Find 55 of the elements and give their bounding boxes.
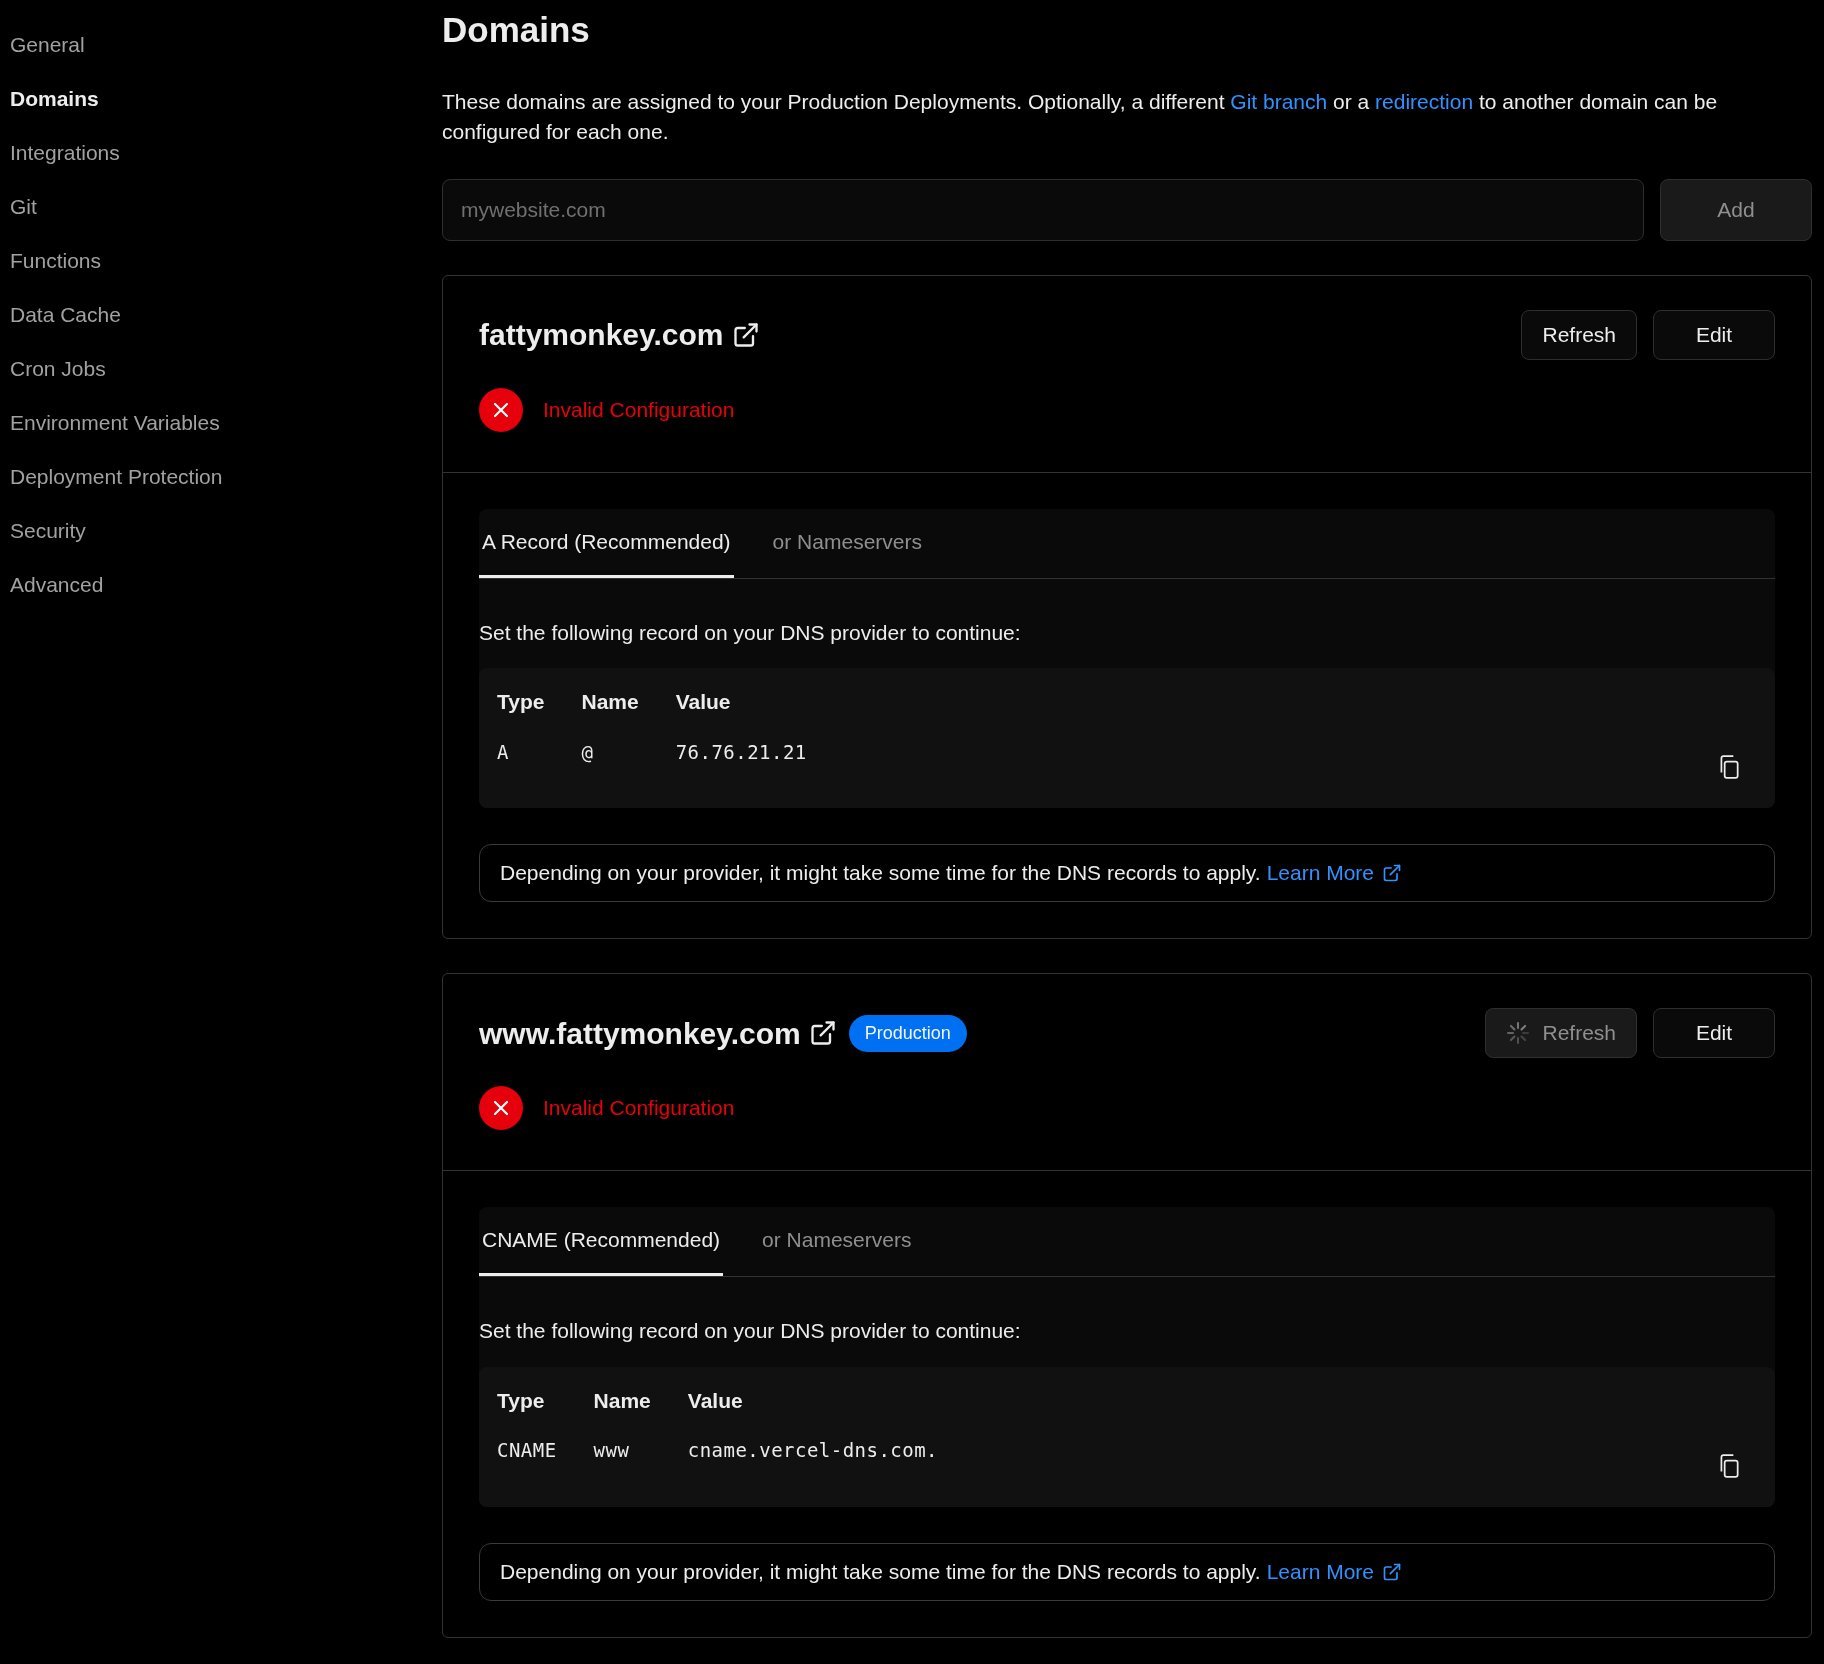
column-header: Type — [497, 689, 546, 715]
column-header: Value — [687, 1387, 744, 1414]
record-tab[interactable]: or Nameservers — [769, 508, 925, 578]
description-link[interactable]: Git branch — [1230, 89, 1328, 113]
external-link-icon — [808, 1019, 837, 1047]
refresh-button[interactable]: Refresh — [1521, 309, 1637, 360]
sidebar-item[interactable]: Domains — [10, 72, 442, 126]
domain-name: fattymonkey.com — [479, 317, 724, 353]
external-link-icon — [1382, 1561, 1403, 1582]
external-link-icon — [731, 320, 760, 349]
error-x-icon — [479, 387, 523, 432]
table-cell: A — [497, 737, 582, 766]
column-header: Value — [675, 689, 732, 715]
description-link[interactable]: redirection — [1375, 89, 1474, 113]
sidebar-item[interactable]: General — [10, 18, 442, 72]
spinner-icon — [1506, 1021, 1531, 1045]
edit-button[interactable]: Edit — [1653, 1008, 1775, 1058]
record-tab[interactable]: CNAME (Recommended) — [479, 1207, 724, 1276]
error-x-icon — [479, 1086, 523, 1130]
refresh-button[interactable]: Refresh — [1485, 1008, 1637, 1058]
instruction-text: Set the following record on your DNS provider to continue: — [479, 1318, 1022, 1344]
sidebar-item[interactable]: Functions — [10, 234, 442, 288]
sidebar-item[interactable]: Cron Jobs — [10, 342, 442, 396]
table-cell-text: 76.76.21.21 — [675, 739, 808, 765]
production-badge: Production — [848, 1014, 967, 1052]
instruction-text: Set the following record on your DNS provider to continue: — [479, 619, 1022, 646]
external-link-icon — [1382, 863, 1403, 883]
note-text: Depending on your provider, it might take some time for the DNS records to apply. — [500, 1558, 1261, 1585]
sidebar-item[interactable]: Git — [10, 180, 442, 234]
status-text: Invalid Configuration — [543, 396, 735, 423]
learn-more-link[interactable]: Learn More — [1266, 857, 1403, 889]
sidebar-item[interactable]: Environment Variables — [10, 396, 442, 450]
status-text: Invalid Configuration — [543, 1095, 735, 1122]
table-cell-text: @ — [581, 739, 595, 765]
sidebar-item[interactable]: Data Cache — [10, 288, 442, 342]
column-header: Type — [497, 1384, 594, 1436]
column-header: Name — [581, 686, 676, 738]
edit-button[interactable]: Edit — [1653, 309, 1775, 360]
learn-more-link[interactable]: Learn More — [1266, 1555, 1403, 1588]
table-cell-text: cname.vercel-dns.com. — [687, 1438, 939, 1463]
domain-name: www.fattymonkey.com — [479, 1015, 801, 1052]
sidebar-item[interactable]: Integrations — [10, 126, 442, 180]
table-cell: CNAME — [497, 1436, 594, 1465]
record-tab[interactable]: or Nameservers — [759, 1207, 915, 1276]
page-title: Domains — [442, 9, 591, 51]
sidebar-item[interactable]: Security — [10, 504, 442, 558]
column-header: Name — [593, 1384, 688, 1436]
note-text: Depending on your provider, it might take some time for the DNS records to apply. — [500, 860, 1261, 887]
add-button[interactable]: Add — [1660, 178, 1812, 241]
description-text: These domains are assigned to your Production Deployments. Optionally, a different Git branch or a redirection to another domain can be configured for each one. — [442, 88, 1719, 145]
sidebar-item[interactable]: Advanced — [10, 558, 442, 612]
domain-input[interactable]: mywebsite.com — [442, 178, 1644, 241]
table-cell-text: www — [593, 1438, 631, 1463]
sidebar-item[interactable]: Deployment Protection — [10, 450, 442, 504]
record-tab[interactable]: A Record (Recommended) — [479, 508, 734, 578]
